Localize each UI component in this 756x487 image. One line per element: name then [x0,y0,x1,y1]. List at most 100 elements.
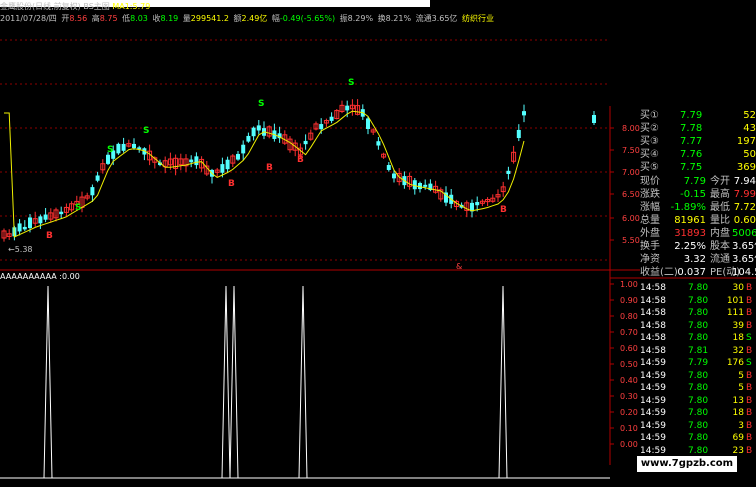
price-axis-label: 6.50 [622,190,640,199]
stat-label: 现价 [640,176,660,187]
stat-value: 31893 [674,228,706,239]
sub-axis-label: 0.40 [620,376,638,385]
tick-time: 14:58 [640,320,666,331]
bid-price: 7.77 [680,136,703,147]
tick-price: 7.80 [688,433,709,443]
tick-row: 14:59 7.80 3 B [640,420,756,432]
buy-signal: B [266,163,273,173]
tick-volume: 101 [726,295,744,306]
candle-body-down [121,143,126,151]
tick-time: 14:59 [640,383,666,393]
stat-row: 收益(二)0.037PE(动)104.5 [640,267,756,279]
tick-price: 7.80 [688,370,709,381]
candle-body-down [246,135,251,142]
stat-label: 涨跌 [640,189,660,200]
candle-body-down [241,144,246,154]
sell-signal: S [107,145,113,155]
tick-row: 14:59 7.79 176 S [640,357,756,369]
bid-label: 买⑤ [640,162,659,173]
sub-axis-label: 1.00 [620,280,638,289]
buy-signal: B [46,231,53,241]
bid-volume: 43 [743,123,756,134]
tick-time: 14:59 [640,358,666,368]
stat-label: 最高 [710,189,730,200]
tick-time: 14:58 [640,308,666,318]
candle-body-down [90,187,95,196]
bid-price: 7.76 [680,149,703,160]
tick-side: B [746,283,753,293]
sub-axis-label: 0.60 [620,344,638,353]
bid-label: 买④ [640,149,659,160]
tick-side: B [746,433,753,443]
tick-volume: 13 [732,395,744,406]
bid-row[interactable]: 买⑤ 7.75 369 [640,162,756,174]
bid-row[interactable]: 买② 7.78 43 [640,123,756,135]
signal-spike [298,285,308,479]
stat-label: 流通 [710,254,730,265]
sub-axis-label: 0.10 [620,424,638,433]
tick-volume: 5 [738,383,744,393]
candle-body-down [132,143,136,149]
candle-body-down [220,164,225,173]
candle-body-down [412,180,417,190]
price-axis-label: 7.50 [622,146,640,155]
candle-body-down [522,111,526,116]
candlesticks [1,99,596,242]
tick-side: B [746,383,753,393]
tick-volume: 69 [732,433,744,443]
stat-value: 3.65亿 [732,254,756,265]
tick-volume: 18 [732,408,744,418]
stat-row: 换手 2.25% 股本3.65亿 [640,241,756,253]
bid-volume: 52 [743,110,756,121]
candle-body-down [43,214,48,220]
sub-axis-label: 0.90 [620,296,638,305]
tick-volume: 39 [732,320,744,331]
tick-time: 14:58 [640,333,666,343]
sub-axis: 1.00 0.90 0.80 0.70 0.60 0.50 0.40 0.30 0.20 0.10… [610,280,638,449]
bid-volume: 369 [736,162,756,173]
tick-row: 14:58 7.80 111 B [640,307,756,319]
bid-row[interactable]: 买④ 7.76 50 [640,149,756,161]
buy-signal: B [297,155,304,165]
candle-body-down [366,118,370,129]
bid-volume: 50 [743,149,756,160]
buy-signal: B [228,179,235,189]
bid-row[interactable]: 买① 7.79 52 [640,110,756,122]
tick-price: 7.80 [688,420,709,431]
stat-label: 今开 [710,176,730,187]
tick-volume: 18 [732,333,744,343]
tick-row: 14:58 7.81 32 B [640,345,756,357]
stat-label: 外盘 [640,228,660,239]
tick-row: 14:58 7.80 30 B [640,282,756,294]
sell-signal: S [348,78,354,88]
price-grid [0,39,610,261]
tick-side: S [746,358,752,368]
bid-volume: 197 [736,136,756,147]
tick-side: B [746,320,753,331]
tick-side: B [746,308,753,318]
stat-row: 涨跌 -0.15 最高 7.99 [640,189,756,201]
sub-axis-label: 0.30 [620,392,638,401]
tick-time: 14:59 [640,433,666,443]
tick-time: 14:59 [640,420,666,431]
bid-row[interactable]: 买③ 7.77 197 [640,136,756,148]
tick-price: 7.80 [688,295,709,306]
tick-volume: 176 [726,358,744,368]
candle-body-down [106,154,110,164]
candle-body-down [506,170,511,174]
candle-body-down [59,211,64,215]
tick-price: 7.80 [688,383,709,393]
sell-signal: S [75,203,81,213]
candle-body-down [475,202,480,206]
tick-time: 14:59 [640,445,666,456]
tick-row: 14:58 7.80 101 B [640,295,756,307]
price-axis: 8.00 7.50 7.00 6.50 6.00 5.50 [610,124,640,245]
tick-volume: 30 [732,283,744,293]
bid-price: 7.78 [680,123,703,134]
candle-body-down [28,217,32,229]
tick-price: 7.80 [688,283,709,293]
stat-value: 7.72 [733,202,756,213]
sub-axis-label: 0.80 [620,312,638,321]
sell-signal: S [258,99,264,109]
candle-body-down [22,226,27,230]
